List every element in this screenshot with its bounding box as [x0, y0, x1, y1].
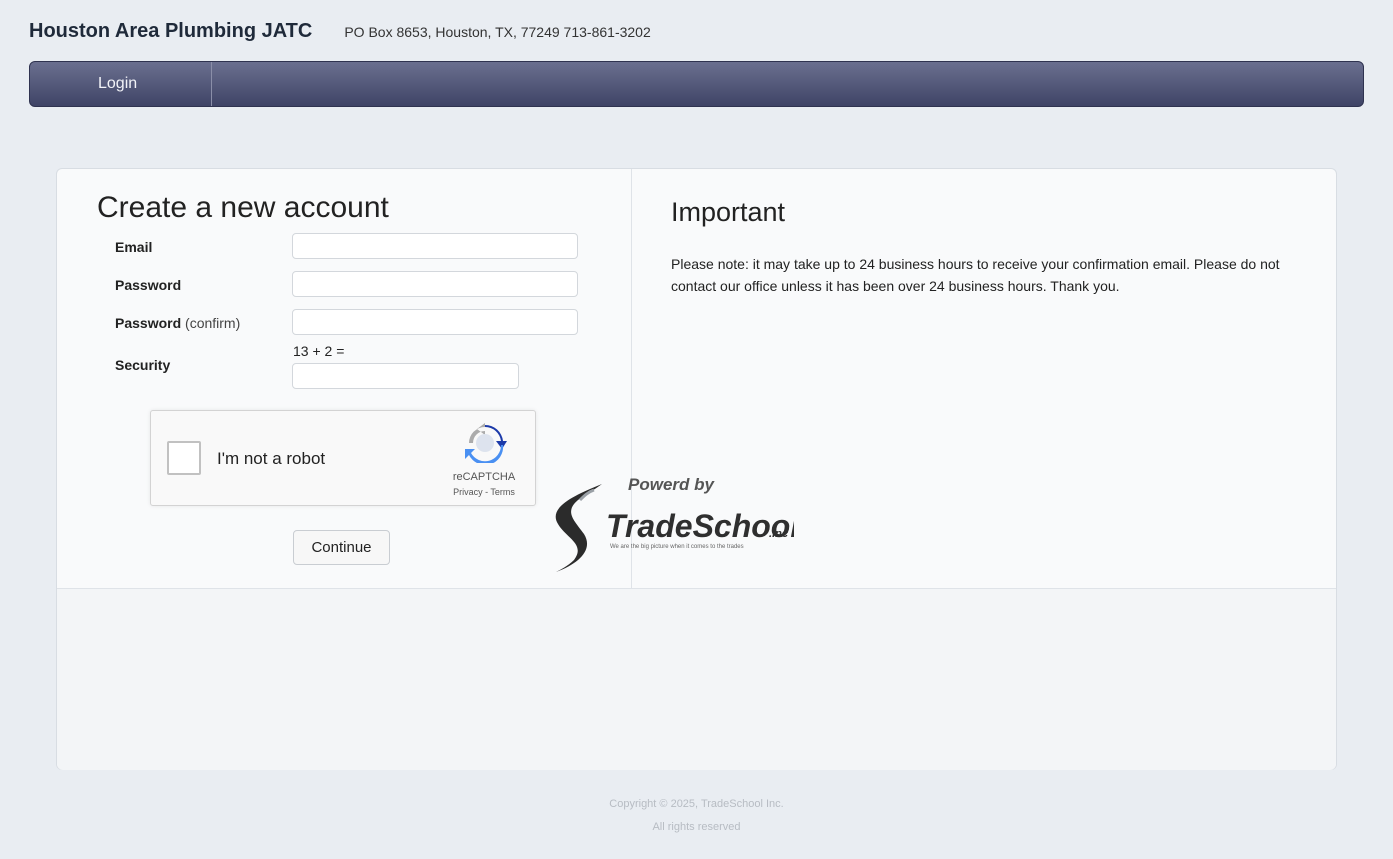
top-navbar: Login	[29, 61, 1364, 107]
organization-name: Houston Area Plumbing JATC	[29, 20, 313, 42]
tradeschool-tagline: We are the big picture when it comes to …	[610, 544, 744, 550]
recaptcha-logo-icon	[465, 423, 507, 463]
security-label: Security	[115, 357, 171, 373]
main-panel: Create a new account Email Password Pass…	[56, 168, 1337, 770]
continue-button[interactable]: Continue	[293, 530, 390, 565]
recaptcha-label: I'm not a robot	[217, 449, 326, 468]
create-account-title: Create a new account	[97, 191, 389, 224]
copyright-footer: Copyright © 2025, TradeSchool Inc. All r…	[0, 793, 1393, 839]
recaptcha-checkbox[interactable]	[167, 441, 201, 475]
site-header: Houston Area Plumbing JATC PO Box 8653, …	[29, 20, 651, 46]
email-label: Email	[115, 239, 153, 255]
rights-text: All rights reserved	[652, 821, 741, 833]
password-field[interactable]	[292, 271, 578, 297]
nav-item-login[interactable]: Login	[30, 62, 212, 106]
tradeschool-logo: TradeSchool .Inc We are the big picture …	[555, 484, 794, 572]
password-label: Password	[115, 277, 182, 293]
important-notice: Please note: it may take up to 24 busine…	[671, 256, 1280, 294]
security-answer-field[interactable]	[292, 363, 519, 389]
tradeschool-logo-text: TradeSchool	[606, 508, 794, 544]
panel-footer	[57, 588, 1336, 770]
important-title: Important	[671, 197, 786, 227]
organization-contact: PO Box 8653, Houston, TX, 77249 713-861-…	[344, 24, 651, 40]
password-confirm-field[interactable]	[292, 309, 578, 335]
email-field[interactable]	[292, 233, 578, 259]
copyright-text: Copyright © 2025, TradeSchool Inc.	[609, 798, 784, 810]
tradeschool-logo-suffix: .Inc	[769, 528, 788, 540]
security-question: 13 + 2 =	[293, 343, 345, 359]
recaptcha-widget: I'm not a robot reCAPTCHA Privacy - Term…	[150, 410, 536, 506]
password-confirm-label-text: Password	[115, 315, 182, 331]
password-confirm-note: (confirm)	[185, 315, 241, 331]
password-confirm-label: Password (confirm)	[115, 315, 240, 331]
